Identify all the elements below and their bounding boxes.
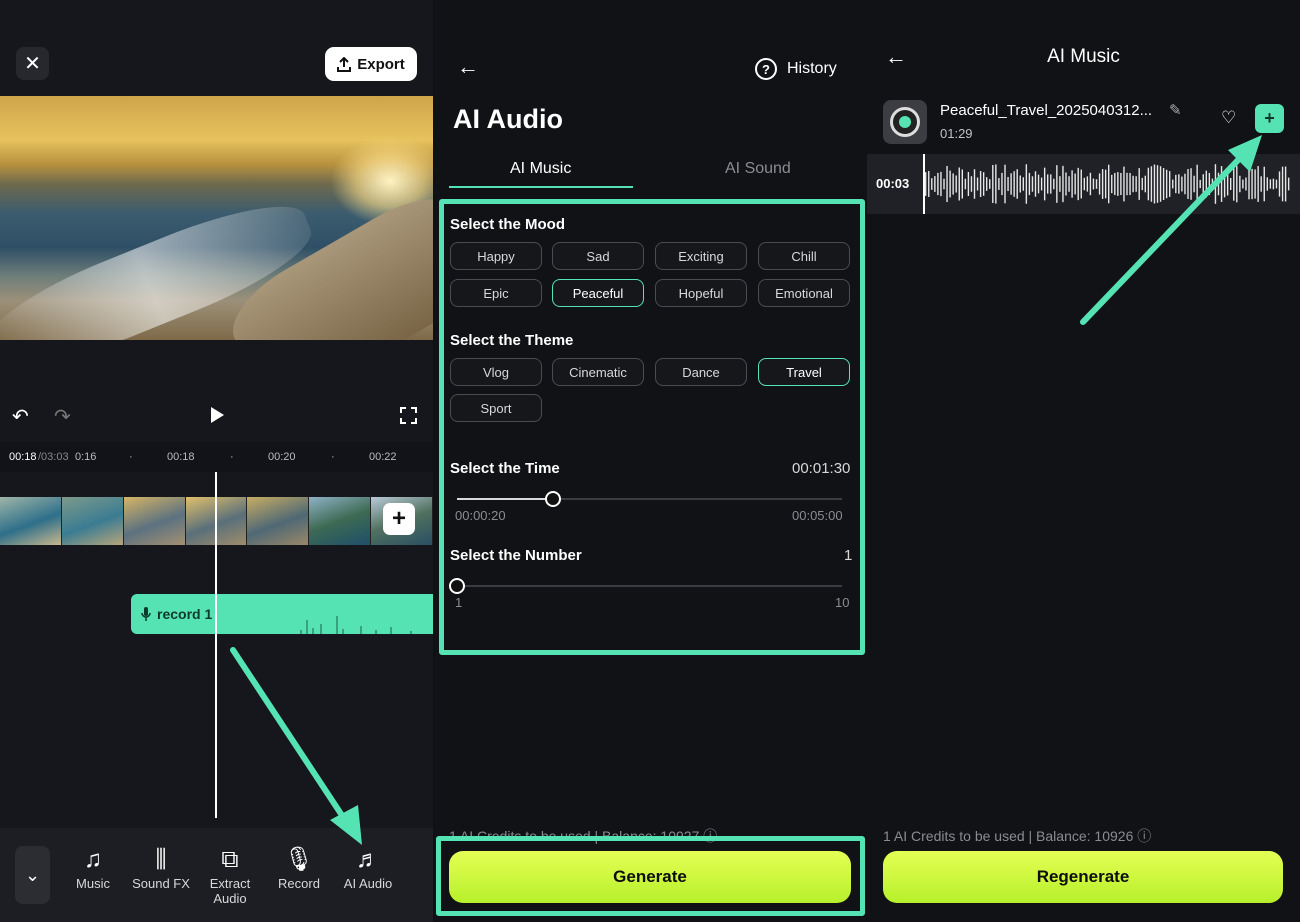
annotation-arrow [1080, 135, 1262, 325]
annotation-arrow [230, 647, 362, 845]
annotation-overlay [230, 135, 1262, 845]
